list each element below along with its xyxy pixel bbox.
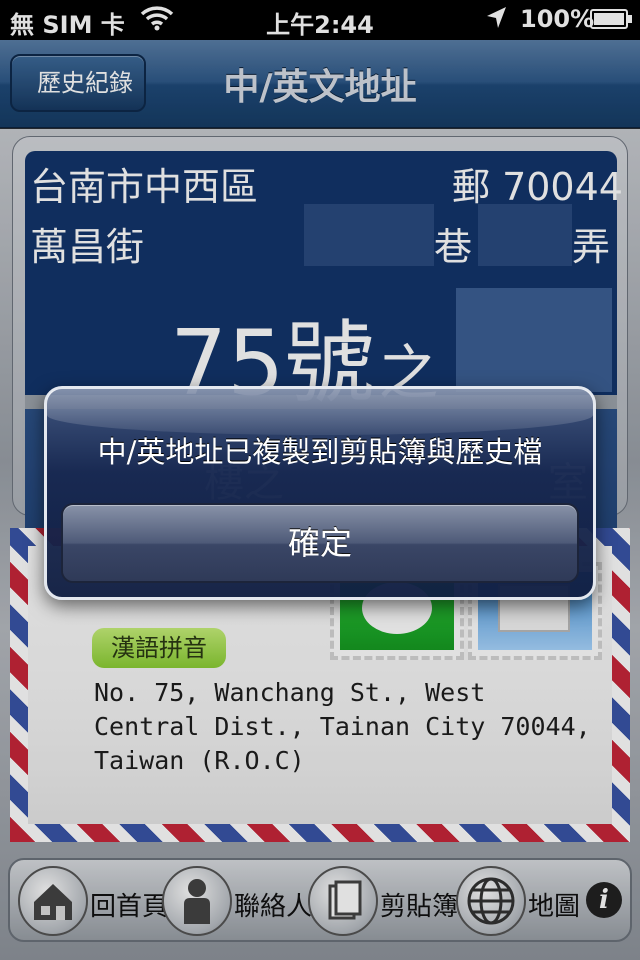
alert-dialog: 中/英地址已複製到剪貼簿與歷史檔 確定: [44, 386, 596, 600]
confirm-button[interactable]: 確定: [61, 503, 579, 583]
alert-message: 中/英地址已複製到剪貼簿與歷史檔: [97, 435, 543, 469]
